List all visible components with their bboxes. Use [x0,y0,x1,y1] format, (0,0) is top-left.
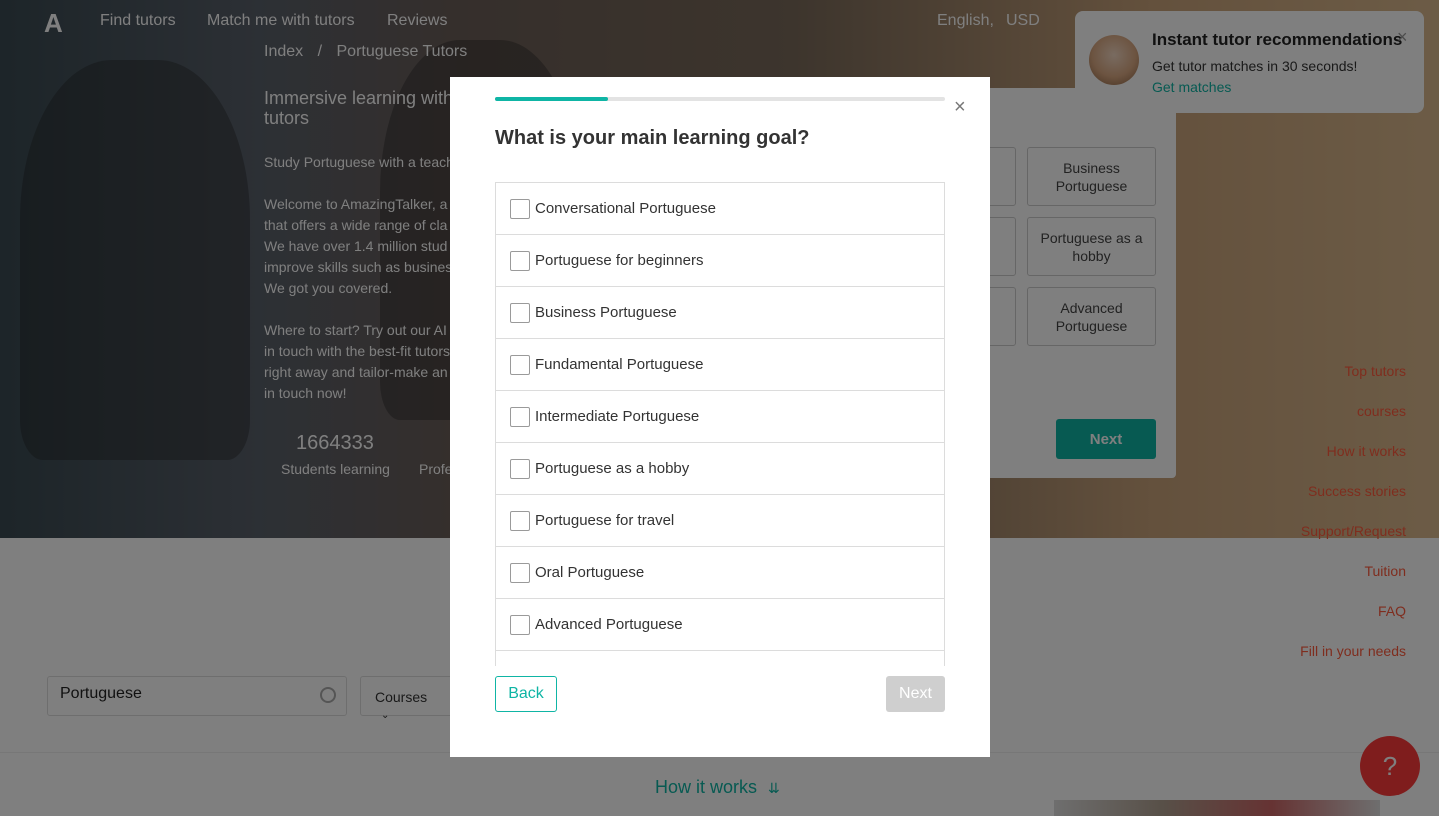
option-label: Portuguese as a hobby [535,460,690,477]
modal-title: What is your main learning goal? [495,127,810,149]
list-item[interactable]: Intermediate Portuguese [495,391,945,443]
checkbox[interactable] [510,614,530,635]
checkbox[interactable] [510,510,530,531]
option-label: Business Portuguese [535,304,677,321]
close-icon[interactable]: × [954,97,966,117]
checkbox[interactable] [510,406,530,427]
list-item[interactable]: Oral Portuguese [495,547,945,599]
next-button[interactable]: Next [886,676,945,712]
list-item[interactable]: Advanced Portuguese [495,599,945,651]
option-label: Portuguese for beginners [535,252,704,269]
checkbox[interactable] [510,354,530,375]
option-label: Fundamental Portuguese [535,356,704,373]
list-item[interactable]: Portuguese for beginners [495,235,945,287]
list-item[interactable]: Portuguese as a hobby [495,443,945,495]
checkbox[interactable] [510,302,530,323]
option-label: Advanced Portuguese [535,616,683,633]
learning-goal-modal: × What is your main learning goal? Conve… [450,77,990,757]
list-item[interactable]: Portuguese for travel [495,495,945,547]
list-item[interactable] [495,651,945,666]
list-item[interactable]: Fundamental Portuguese [495,339,945,391]
progress-bar-fill [495,97,608,101]
back-button[interactable]: Back [495,676,557,712]
goal-options-list: Conversational Portuguese Portuguese for… [495,182,945,666]
checkbox[interactable] [510,250,530,271]
option-label: Oral Portuguese [535,564,645,581]
option-label: Portuguese for travel [535,512,675,529]
checkbox[interactable] [510,198,530,219]
checkbox[interactable] [510,458,530,479]
list-item[interactable]: Conversational Portuguese [495,183,945,235]
progress-bar [495,97,945,101]
checkbox[interactable] [510,562,530,583]
option-label: Conversational Portuguese [535,200,716,217]
option-label: Intermediate Portuguese [535,408,700,425]
list-item[interactable]: Business Portuguese [495,287,945,339]
